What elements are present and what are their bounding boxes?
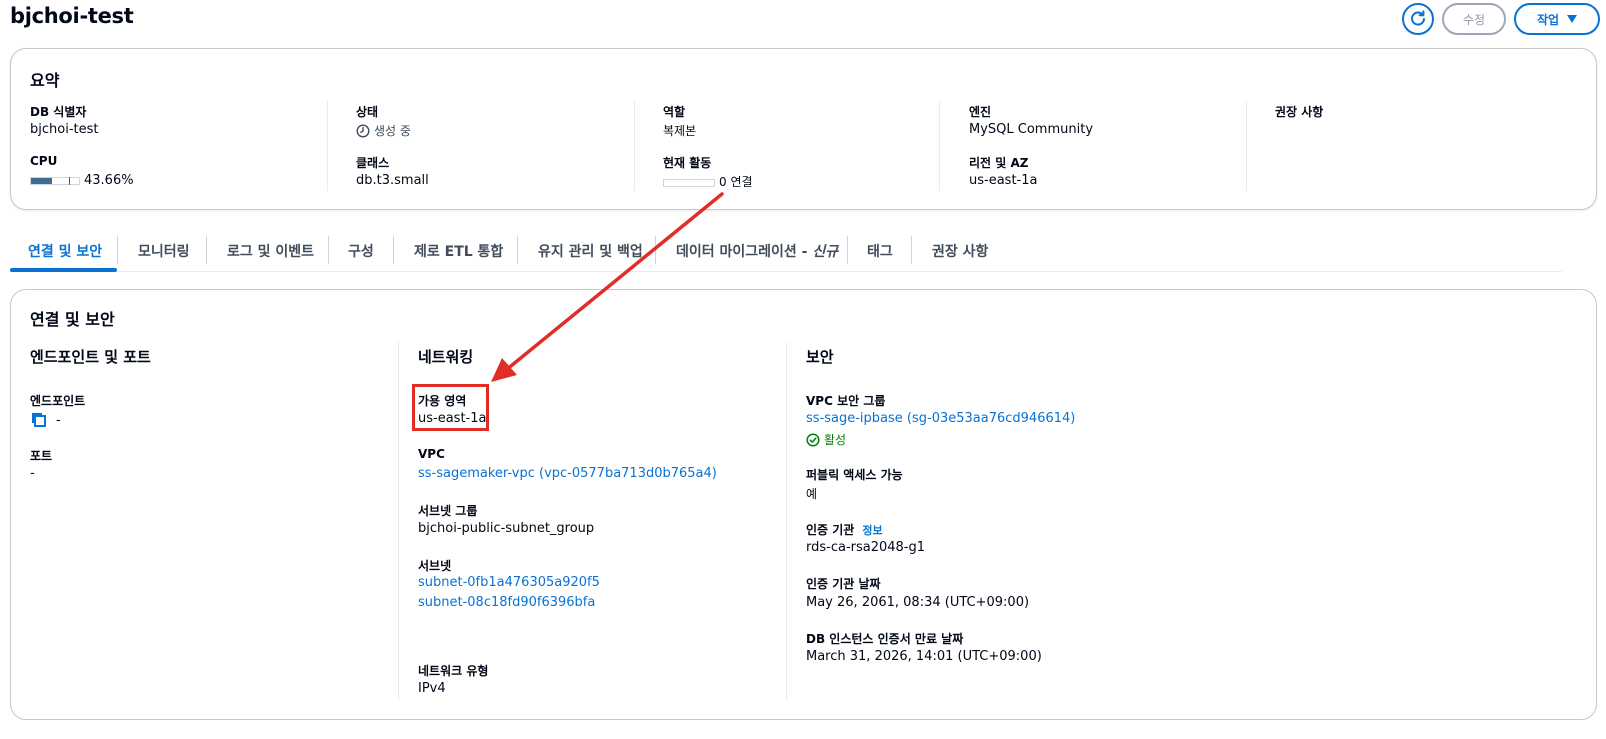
certificate-authority-label: 인증 기관 정보 [806, 521, 883, 538]
tab-separator [517, 236, 518, 264]
connectivity-security-card: 연결 및 보안 엔드포인트 및 포트 엔드포인트 - 포트 - 네트워킹 가용 … [10, 289, 1597, 720]
actions-dropdown-button[interactable]: 작업 [1514, 3, 1600, 35]
subnet-group-value: bjchoi-public-subnet_group [418, 521, 595, 536]
tab-monitoring[interactable]: 모니터링 [138, 230, 190, 272]
subnet-group-label: 서브넷 그룹 [418, 504, 478, 518]
db-identifier-value: bjchoi-test [30, 122, 99, 137]
pending-clock-icon [356, 123, 370, 138]
summary-column-role: 역할 복제본 현재 활동 0 연결 [634, 101, 940, 191]
cpu-usage-bar [30, 176, 80, 185]
vpc-label: VPC [418, 447, 445, 461]
vpc-security-group-label: VPC 보안 그룹 [806, 394, 886, 408]
endpoint-label: 엔드포인트 [30, 394, 86, 408]
summary-title: 요약 [30, 71, 60, 90]
activity-value: 0 연결 [663, 173, 753, 190]
ca-date-value: May 26, 2061, 08:34 (UTC+09:00) [806, 595, 1030, 610]
class-label: 클래스 [356, 156, 390, 170]
page-title: bjchoi-test [10, 4, 134, 28]
security-group-link[interactable]: ss-sage-ipbase (sg-03e53aa76cd946614) [806, 411, 1075, 426]
activity-text: 0 연결 [719, 175, 753, 189]
tab-data-migration[interactable]: 데이터 마이그레이션 - 신규 [676, 230, 838, 272]
endpoint-value: - [30, 411, 61, 429]
column-divider [786, 342, 787, 700]
column-divider [398, 342, 399, 700]
summary-column-status: 상태 생성 중 클래스 db.t3.small [327, 101, 635, 191]
certificate-authority-label-text: 인증 기관 [806, 523, 855, 537]
activity-label: 현재 활동 [663, 156, 712, 170]
public-access-value: 예 [806, 487, 818, 501]
refresh-icon [1411, 10, 1425, 26]
recommendations-label: 권장 사항 [1275, 105, 1324, 119]
engine-label: 엔진 [969, 105, 992, 119]
cert-expiry-value: March 31, 2026, 14:01 (UTC+09:00) [806, 649, 1042, 664]
refresh-button[interactable] [1402, 3, 1434, 35]
header-actions: 수정 작업 [1402, 3, 1600, 35]
tab-separator [911, 236, 912, 264]
status-value: 생성 중 [356, 122, 411, 139]
vpc-link[interactable]: ss-sagemaker-vpc (vpc-0577ba713d0b765a4) [418, 466, 717, 481]
tab-zero-etl[interactable]: 제로 ETL 통합 [414, 230, 503, 272]
tab-maintenance-backup[interactable]: 유지 관리 및 백업 [538, 230, 643, 272]
tab-separator [393, 236, 394, 264]
tab-new-badge: 신규 [812, 244, 839, 260]
active-tab-indicator [10, 268, 117, 272]
security-heading: 보안 [806, 348, 834, 366]
summary-column-engine: 엔진 MySQL Community 리전 및 AZ us-east-1a [939, 101, 1246, 191]
summary-column-identifier: DB 식별자 bjchoi-test CPU 43.66% [30, 101, 328, 191]
region-value: us-east-1a [969, 173, 1038, 188]
network-type-value: IPv4 [418, 681, 446, 696]
status-text: 생성 중 [374, 124, 411, 138]
cpu-label: CPU [30, 154, 58, 168]
connectivity-title: 연결 및 보안 [30, 310, 115, 329]
tab-recommendations[interactable]: 권장 사항 [932, 230, 988, 272]
tab-separator [328, 236, 329, 264]
activity-bar [663, 178, 715, 187]
tab-separator [117, 236, 118, 264]
subnets-label: 서브넷 [418, 559, 452, 573]
tab-data-migration-label: 데이터 마이그레이션 - [676, 244, 808, 260]
security-group-status: 활성 [806, 431, 846, 448]
cert-expiry-label: DB 인스턴스 인증서 만료 날짜 [806, 632, 964, 646]
tab-configuration[interactable]: 구성 [348, 230, 374, 272]
tab-tags[interactable]: 태그 [867, 230, 893, 272]
endpoint-text: - [56, 412, 61, 428]
cpu-usage-fill [31, 177, 52, 184]
subnet-link[interactable]: subnet-0fb1a476305a920f5 [418, 575, 600, 590]
cpu-value: 43.66% [30, 173, 134, 188]
cpu-percent: 43.66% [84, 173, 134, 188]
security-group-status-text: 활성 [824, 433, 847, 447]
tab-separator [847, 236, 848, 264]
port-value: - [30, 466, 35, 481]
engine-value: MySQL Community [969, 122, 1094, 137]
actions-label: 작업 [1536, 12, 1560, 27]
port-label: 포트 [30, 449, 53, 463]
summary-column-recommendations: 권장 사항 [1246, 101, 1546, 191]
status-label: 상태 [356, 105, 379, 119]
role-label: 역할 [663, 105, 686, 119]
summary-card: 요약 DB 식별자 bjchoi-test CPU 43.66% 상태 생성 중… [10, 48, 1597, 210]
check-circle-icon [806, 432, 820, 447]
class-value: db.t3.small [356, 173, 429, 188]
tab-connectivity-security[interactable]: 연결 및 보안 [28, 230, 102, 272]
caret-down-icon [1567, 15, 1578, 23]
certificate-authority-value: rds-ca-rsa2048-g1 [806, 540, 926, 555]
tab-separator [206, 236, 207, 264]
network-type-label: 네트워크 유형 [418, 664, 489, 678]
region-label: 리전 및 AZ [969, 156, 1029, 170]
public-access-label: 퍼블릭 액세스 가능 [806, 468, 903, 482]
networking-heading: 네트워킹 [418, 348, 474, 366]
tab-logs-events[interactable]: 로그 및 이벤트 [227, 230, 314, 272]
db-identifier-label: DB 식별자 [30, 105, 87, 119]
cpu-threshold-mark [69, 176, 70, 185]
subnet-link[interactable]: subnet-08c18fd90f6396bfa [418, 595, 595, 610]
role-value: 복제본 [663, 124, 697, 138]
edit-button[interactable]: 수정 [1442, 3, 1506, 35]
endpoint-port-heading: 엔드포인트 및 포트 [30, 348, 151, 366]
ca-date-label: 인증 기관 날짜 [806, 577, 881, 591]
tab-separator [655, 236, 656, 264]
info-link[interactable]: 정보 [862, 524, 882, 537]
detail-tabs: 연결 및 보안 모니터링 로그 및 이벤트 구성 제로 ETL 통합 유지 관리… [10, 230, 1562, 272]
copy-icon[interactable] [30, 411, 48, 429]
annotation-highlight-box [412, 384, 489, 431]
